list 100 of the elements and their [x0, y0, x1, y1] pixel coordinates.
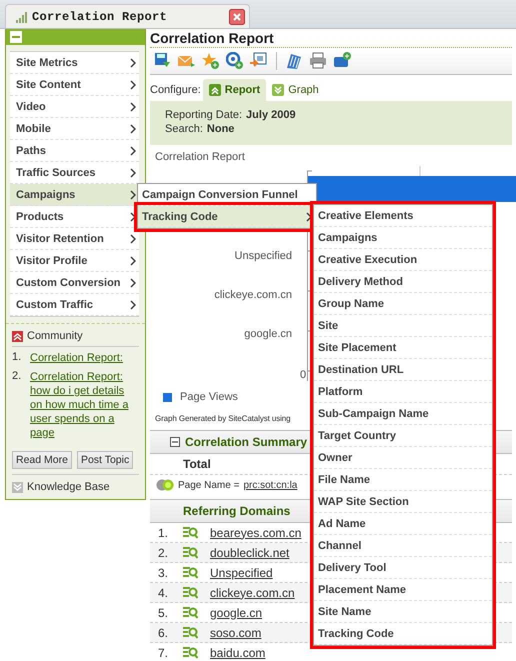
- sidebar-item[interactable]: Campaigns: [10, 184, 139, 206]
- chevron-icon: [130, 146, 136, 156]
- row-number: 7.: [157, 646, 170, 660]
- sidebar-item[interactable]: Site Metrics: [10, 52, 139, 74]
- chevron-down-icon: [272, 84, 284, 96]
- chart-title: Correlation Report: [154, 150, 246, 165]
- list-number: 2.: [12, 370, 22, 384]
- topic-link[interactable]: Correlation Report: how do i get details on how much time a user spends on a page: [30, 370, 139, 440]
- section-title: Community: [27, 330, 83, 342]
- magnifier-icon[interactable]: [183, 566, 198, 579]
- legend-swatch-icon: [163, 392, 172, 402]
- menu-item[interactable]: Owner: [314, 447, 492, 469]
- row-number: 5.: [157, 606, 170, 620]
- magnifier-icon[interactable]: [183, 626, 198, 639]
- chevron-down-icon: [12, 482, 23, 492]
- chevron-icon: [130, 278, 136, 288]
- document-tab[interactable]: Correlation Report: [5, 4, 250, 28]
- menu-item[interactable]: Campaigns: [314, 227, 492, 249]
- config-tab[interactable]: Graph: [266, 79, 325, 101]
- sidebar-item[interactable]: Custom Conversion: [10, 272, 139, 294]
- menu-item[interactable]: Ad Name: [314, 513, 492, 535]
- magnifier-icon[interactable]: [183, 546, 198, 559]
- magnifier-icon[interactable]: [183, 586, 198, 599]
- menu-item[interactable]: Tracking Code: [314, 623, 492, 645]
- domain-link[interactable]: google.cn: [210, 606, 262, 620]
- menu-item[interactable]: Site Placement: [314, 337, 492, 359]
- axis-tick: 0: [300, 369, 306, 381]
- side-button[interactable]: Post Topic: [76, 451, 134, 469]
- section-title: Knowledge Base: [27, 481, 110, 493]
- domain-link[interactable]: doubleclick.net: [210, 546, 290, 560]
- chart-icon[interactable]: [285, 52, 303, 70]
- sidebar-item[interactable]: Video: [10, 96, 139, 118]
- chevron-icon: [130, 212, 136, 222]
- collapse-icon[interactable]: [170, 437, 180, 447]
- menu-item[interactable]: Site Name: [314, 601, 492, 623]
- menu-item[interactable]: Site: [314, 315, 492, 337]
- row-number: 2.: [157, 546, 170, 560]
- menu-item[interactable]: Destination URL: [314, 359, 492, 381]
- magnifier-icon[interactable]: [183, 646, 198, 659]
- domain-link[interactable]: baidu.com: [210, 646, 266, 660]
- axis-label: Unspecified: [234, 249, 292, 264]
- menu-item[interactable]: Platform: [314, 381, 492, 403]
- topic-link[interactable]: Correlation Report:: [30, 351, 123, 365]
- chevron-icon: [130, 190, 136, 200]
- page-name-link[interactable]: prc:sot:cn:la: [243, 480, 298, 490]
- axis-label: google.cn: [243, 327, 292, 342]
- menu-item[interactable]: Creative Elements: [314, 205, 492, 227]
- menu-item[interactable]: Creative Execution: [314, 249, 492, 271]
- chevron-icon: [306, 212, 312, 222]
- row-number: 3.: [157, 566, 170, 580]
- chevron-icon: [130, 58, 136, 68]
- menu-item[interactable]: Placement Name: [314, 579, 492, 601]
- sidebar-item[interactable]: Paths: [10, 140, 139, 162]
- row-number: 6.: [157, 626, 170, 640]
- menu-item[interactable]: Channel: [314, 535, 492, 557]
- list-number: 1.: [12, 351, 22, 365]
- menu-item[interactable]: Group Name: [314, 293, 492, 315]
- bar-chart-icon: [16, 10, 28, 22]
- sidebar-item[interactable]: Visitor Profile: [10, 250, 139, 272]
- side-button[interactable]: Read More: [12, 451, 72, 469]
- menu-item[interactable]: File Name: [314, 469, 492, 491]
- chevron-icon: [130, 102, 136, 112]
- folder-plus-icon[interactable]: [333, 52, 351, 70]
- domain-link[interactable]: Unspecified: [210, 566, 273, 580]
- chevron-up-icon: [12, 330, 23, 342]
- menu-item[interactable]: Sub-Campaign Name: [314, 403, 492, 425]
- menu-item[interactable]: Delivery Method: [314, 271, 492, 293]
- target-icon[interactable]: [226, 52, 244, 70]
- chart-footer: Graph Generated by SiteCatalyst using: [155, 414, 290, 426]
- magnifier-icon[interactable]: [183, 606, 198, 619]
- sidebar-item[interactable]: Custom Traffic: [10, 294, 139, 316]
- menu-item[interactable]: WAP Site Section: [314, 491, 492, 513]
- domain-link[interactable]: beareyes.com.cn: [210, 526, 302, 540]
- menu-item[interactable]: Target Country: [314, 425, 492, 447]
- domain-link[interactable]: soso.com: [210, 626, 262, 640]
- configure-label: Configure:: [150, 84, 201, 96]
- column-header: Referring Domains: [183, 504, 290, 518]
- star-icon[interactable]: [202, 52, 220, 70]
- sidebar-item[interactable]: Site Content: [10, 74, 139, 96]
- magnifier-icon[interactable]: [183, 526, 198, 539]
- legend-label: Page Views: [180, 391, 238, 403]
- row-number: 1.: [157, 526, 170, 540]
- coins-icon: [156, 479, 174, 491]
- chevron-icon: [130, 124, 136, 134]
- chevron-icon: [130, 256, 136, 266]
- row-number: 4.: [157, 586, 170, 600]
- chevron-icon: [130, 80, 136, 90]
- info-label: Reporting Date:: [165, 109, 242, 121]
- domain-link[interactable]: clickeye.com.cn: [210, 586, 295, 600]
- info-value: None: [206, 123, 234, 135]
- close-icon[interactable]: [229, 8, 245, 24]
- printer-icon[interactable]: [309, 52, 327, 70]
- menu-item[interactable]: Delivery Tool: [314, 557, 492, 579]
- chevron-icon: [130, 300, 136, 310]
- tab-title: Correlation Report: [32, 10, 168, 24]
- sidebar-item[interactable]: Mobile: [10, 118, 139, 140]
- chevron-icon: [130, 234, 136, 244]
- chevron-icon: [130, 168, 136, 178]
- config-tab[interactable]: Report: [202, 79, 266, 101]
- chevron-up-icon: [208, 84, 221, 96]
